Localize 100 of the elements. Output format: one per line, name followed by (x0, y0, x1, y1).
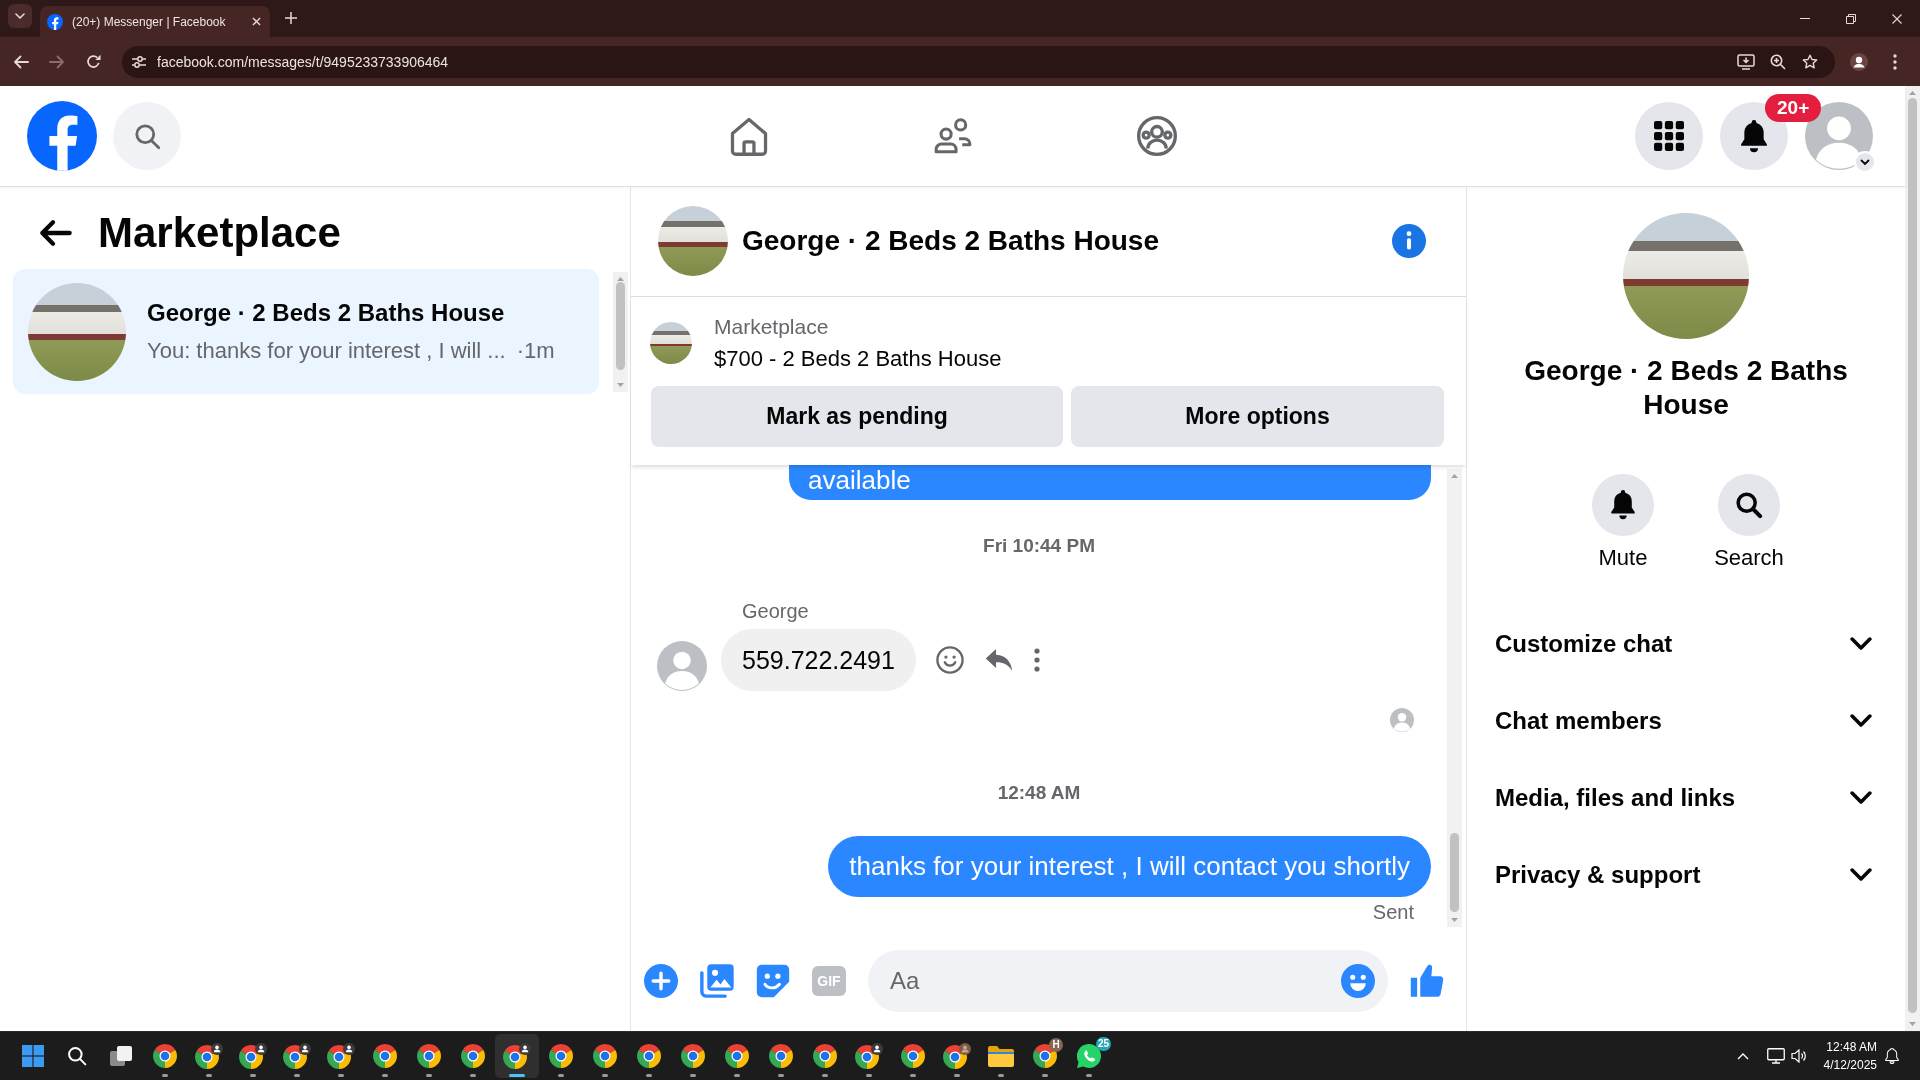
speaker-icon[interactable] (1790, 1049, 1807, 1063)
conversation-item[interactable]: George · 2 Beds 2 Baths House You: thanks for your interest , I will ... ·1m (13, 269, 599, 394)
running-indicator (602, 1074, 608, 1077)
browser-icon (943, 1043, 971, 1069)
running-indicator (338, 1074, 344, 1077)
thumbs-up-icon[interactable] (1410, 963, 1444, 998)
chevron-down-icon[interactable] (1850, 791, 1872, 804)
grid-icon (1654, 121, 1684, 151)
scrollbar[interactable] (1905, 86, 1920, 1031)
scrollbar-thumb[interactable] (616, 282, 625, 370)
section-title[interactable]: Chat members (1495, 706, 1662, 735)
photo-placeholder (650, 322, 692, 364)
timestamp: 12:48 AM (997, 781, 1081, 805)
running-indicator (206, 1074, 212, 1077)
browser-icon (769, 1044, 793, 1068)
running-indicator (646, 1074, 652, 1077)
address-bar[interactable]: facebook.com/messages/t/9495233733906464 (122, 45, 1835, 78)
back-arrow-icon[interactable] (13, 54, 29, 69)
chevron-down-icon[interactable] (1854, 151, 1876, 173)
more-icon[interactable] (1893, 53, 1897, 70)
restore-icon[interactable] (1846, 13, 1856, 24)
browser-icon (855, 1043, 883, 1069)
section-title[interactable]: Media, files and links (1495, 783, 1736, 812)
browser-icon (283, 1043, 311, 1069)
tune-icon[interactable] (131, 54, 147, 69)
star-icon[interactable] (1802, 53, 1818, 70)
running-indicator (998, 1074, 1004, 1077)
chevron-down-icon[interactable] (1850, 714, 1872, 727)
browser-icon (373, 1044, 397, 1068)
scrollbar-thumb[interactable] (1908, 98, 1917, 1013)
conversation-name: George · 2 Beds 2 Baths House (147, 297, 506, 328)
browser-icon (549, 1044, 573, 1068)
tab-list-button[interactable] (8, 4, 32, 28)
monitor-icon[interactable] (1766, 1048, 1785, 1064)
browser-tab[interactable]: (20+) Messenger | Facebook (40, 6, 270, 37)
browser-icon (153, 1044, 177, 1068)
bell-icon[interactable] (1885, 1048, 1899, 1064)
running-indicator (866, 1074, 872, 1077)
photo-icon[interactable] (700, 963, 734, 998)
install-icon[interactable] (1737, 53, 1755, 70)
running-indicator (162, 1074, 168, 1077)
chevron-down-icon (15, 13, 25, 19)
browser-icon (813, 1044, 837, 1068)
running-indicator (1086, 1074, 1092, 1077)
zoom-icon[interactable] (1770, 53, 1786, 70)
sender-name: George (742, 599, 809, 623)
info-icon[interactable] (1392, 224, 1426, 258)
scrollbar[interactable] (1447, 469, 1462, 927)
running-indicator (690, 1074, 696, 1077)
profile-icon[interactable] (1850, 52, 1868, 71)
running-indicator (1042, 1074, 1048, 1077)
message-bubble: 559.722.2491 (721, 629, 916, 691)
chevron-up-icon[interactable] (1736, 1052, 1749, 1060)
windows-icon[interactable] (22, 1045, 44, 1067)
more-icon[interactable] (1033, 648, 1040, 672)
sticker-icon[interactable] (756, 963, 790, 998)
message-preview: You: thanks for your interest , I will ... (147, 336, 506, 365)
running-indicator (294, 1074, 300, 1077)
folder-icon (988, 1045, 1014, 1067)
listing-title[interactable]: $700 - 2 Beds 2 Baths House (714, 347, 1002, 371)
count-badge: 25 (1095, 1037, 1111, 1051)
scrollbar-thumb[interactable] (1450, 833, 1459, 912)
chevron-down-icon[interactable] (1850, 637, 1872, 650)
action-button[interactable]: More options (1071, 386, 1444, 447)
emoji-icon[interactable] (1341, 963, 1375, 998)
browser-icon (725, 1044, 749, 1068)
groups-icon[interactable] (1136, 116, 1177, 156)
running-indicator (954, 1074, 960, 1077)
bell-icon (1739, 119, 1769, 153)
taskbar-button[interactable]: H (1023, 1034, 1067, 1078)
bell-icon (1609, 490, 1637, 520)
listing-label: Marketplace (714, 315, 830, 339)
clock-time[interactable]: 12:48 AM (1826, 1038, 1877, 1056)
friends-icon[interactable] (932, 118, 973, 154)
taskbar-button[interactable] (495, 1034, 539, 1078)
chat-title: George · 2 Beds 2 Baths House (742, 225, 1160, 257)
action-button[interactable]: Mark as pending (651, 386, 1063, 447)
running-indicator (822, 1074, 828, 1077)
reply-icon[interactable] (984, 648, 1013, 672)
reload-icon[interactable] (85, 54, 101, 69)
smiley-icon[interactable] (935, 646, 964, 674)
close-icon[interactable] (251, 17, 261, 26)
scrollbar[interactable] (613, 272, 628, 392)
message-status: Sent (1372, 900, 1414, 924)
message-time: ·1m (516, 336, 555, 365)
logo-icon[interactable] (27, 101, 97, 171)
search-icon (133, 122, 161, 150)
action-label: Search (1714, 545, 1784, 571)
close-icon[interactable] (1892, 13, 1902, 24)
chevron-down-icon[interactable] (1850, 868, 1872, 881)
section-title[interactable]: Privacy & support (1495, 860, 1701, 889)
search-icon[interactable] (67, 1046, 87, 1066)
task-view-icon[interactable] (110, 1046, 132, 1066)
message-input[interactable]: Aa (868, 949, 1388, 1012)
back-arrow-icon[interactable] (38, 219, 72, 247)
plus-icon[interactable] (285, 12, 297, 24)
browser-icon (503, 1043, 531, 1069)
home-icon[interactable] (729, 116, 768, 156)
section-title[interactable]: Customize chat (1495, 629, 1673, 658)
clock-date[interactable]: 4/12/2025 (1823, 1056, 1877, 1074)
